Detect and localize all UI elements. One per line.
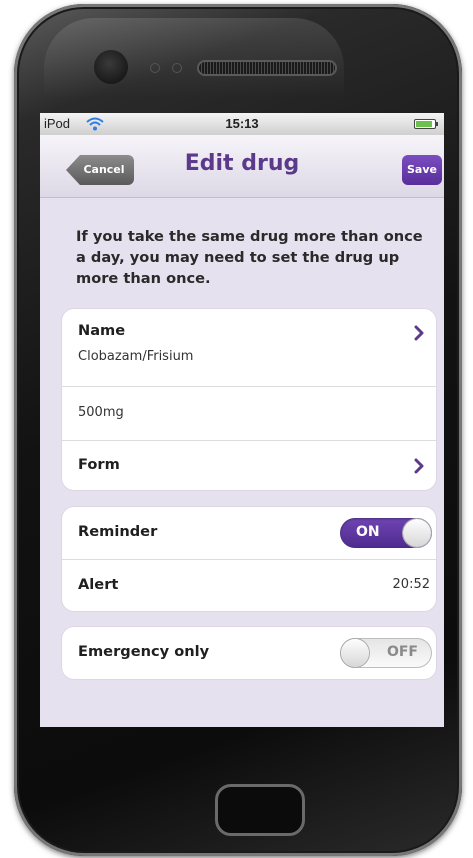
toggle-on-text: ON xyxy=(356,524,380,540)
drug-details-group: Name Clobazam/Frisium 500mg Form xyxy=(62,309,436,490)
app-screen: iPod 15:13 Cancel Edit drug Save If you … xyxy=(40,113,444,727)
toggle-knob xyxy=(403,519,431,547)
reminder-label: Reminder xyxy=(78,523,158,540)
phone-shine xyxy=(44,18,344,98)
emergency-label: Emergency only xyxy=(78,643,210,660)
dose-row[interactable]: 500mg xyxy=(62,387,436,441)
emergency-row: Emergency only OFF xyxy=(62,627,436,679)
battery-icon xyxy=(414,119,438,129)
reminder-toggle[interactable]: ON xyxy=(340,518,432,548)
reminder-group: Reminder ON Alert 20:52 xyxy=(62,507,436,611)
chevron-right-icon xyxy=(414,458,424,474)
alert-label: Alert xyxy=(78,576,119,593)
emergency-toggle[interactable]: OFF xyxy=(340,638,432,668)
dose-value: 500mg xyxy=(78,405,124,420)
sensor-dot xyxy=(172,63,182,73)
form-row[interactable]: Form xyxy=(62,441,436,491)
emergency-group: Emergency only OFF xyxy=(62,627,436,679)
toggle-off-text: OFF xyxy=(386,644,418,660)
chevron-right-icon xyxy=(414,325,424,341)
save-button[interactable]: Save xyxy=(402,155,442,185)
alert-row[interactable]: Alert 20:52 xyxy=(62,560,436,611)
page-title: Edit drug xyxy=(184,151,300,176)
intro-text: If you take the same drug more than once… xyxy=(76,228,423,287)
reminder-row: Reminder ON xyxy=(62,507,436,560)
camera-icon xyxy=(94,50,128,84)
sensor-dot xyxy=(150,63,160,73)
name-value: Clobazam/Frisium xyxy=(78,349,194,364)
nav-bar: Cancel Edit drug Save xyxy=(40,135,444,198)
home-button[interactable] xyxy=(215,784,305,836)
status-bar: iPod 15:13 xyxy=(40,113,444,135)
form-label: Form xyxy=(78,456,120,473)
name-label: Name xyxy=(78,322,126,339)
toggle-knob xyxy=(341,639,369,667)
alert-time: 20:52 xyxy=(392,577,430,592)
name-row[interactable]: Name Clobazam/Frisium xyxy=(62,309,436,387)
status-time: 15:13 xyxy=(225,116,259,131)
speaker-grille xyxy=(197,60,337,76)
